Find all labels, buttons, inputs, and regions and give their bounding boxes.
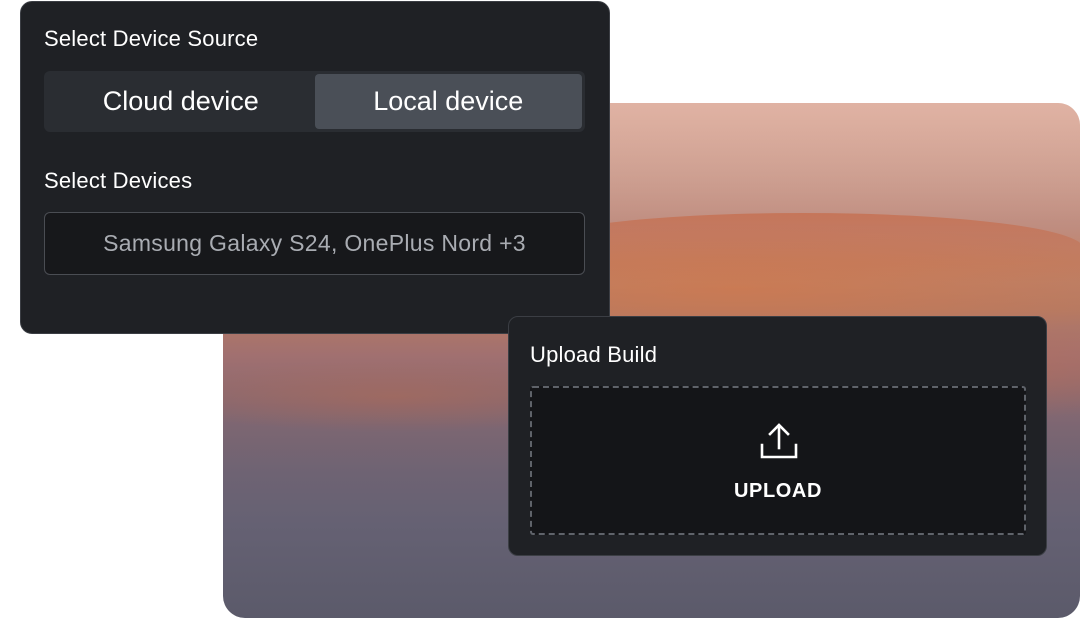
- upload-build-card: Upload Build UPLOAD: [508, 316, 1047, 556]
- select-devices-title: Select Devices: [44, 168, 193, 193]
- device-source-toggle: Cloud device Local device: [44, 71, 585, 132]
- upload-dropzone[interactable]: UPLOAD: [530, 386, 1026, 535]
- local-device-option[interactable]: Local device: [314, 74, 582, 129]
- upload-icon: [760, 423, 798, 459]
- upload-button-label: UPLOAD: [733, 480, 823, 502]
- device-source-title: Select Device Source: [44, 26, 259, 51]
- device-source-card: Select Device Source Cloud device Local …: [20, 1, 610, 334]
- devices-select-field[interactable]: Samsung Galaxy S24, OnePlus Nord +3: [44, 212, 585, 275]
- cloud-device-option[interactable]: Cloud device: [47, 74, 315, 129]
- upload-build-title: Upload Build: [530, 342, 658, 367]
